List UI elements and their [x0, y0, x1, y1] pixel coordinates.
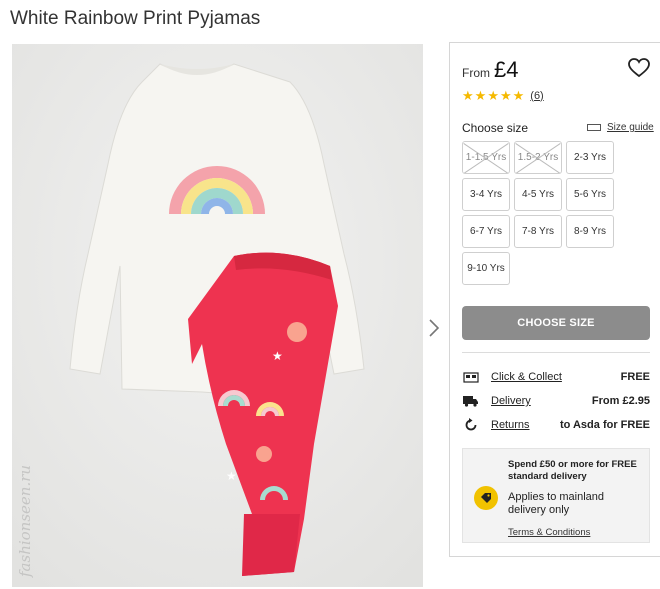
- choose-size-button[interactable]: CHOOSE SIZE: [462, 306, 650, 340]
- ruler-icon: [587, 124, 601, 131]
- store-icon: [462, 370, 480, 384]
- size-option[interactable]: 3-4 Yrs: [462, 178, 510, 211]
- return-icon: [462, 418, 480, 432]
- size-option[interactable]: 9-10 Yrs: [462, 252, 510, 285]
- size-option[interactable]: 2-3 Yrs: [566, 141, 614, 174]
- product-title: White Rainbow Print Pyjamas: [10, 8, 261, 29]
- returns-link[interactable]: Returns: [491, 419, 530, 431]
- promo-headline: Spend £50 or more for FREE standard deli…: [508, 459, 637, 482]
- tag-icon: [474, 486, 498, 510]
- returns-value: to Asda for FREE: [559, 419, 650, 431]
- size-options: 1-1.5 Yrs 1.5-2 Yrs 2-3 Yrs 3-4 Yrs 4-5 …: [462, 141, 618, 285]
- purchase-panel: From £4 ★ ★ ★ ★ ★ (6) Choose size Size g…: [449, 42, 660, 557]
- price-amount: £4: [494, 57, 519, 82]
- size-option[interactable]: 7-8 Yrs: [514, 215, 562, 248]
- click-collect-value: FREE: [620, 371, 650, 383]
- svg-text:★: ★: [272, 349, 283, 363]
- rating-stars[interactable]: ★ ★ ★ ★ ★ (6): [462, 89, 544, 102]
- delivery-row-click-collect: Click & Collect FREE: [462, 369, 650, 385]
- next-image-chevron-icon[interactable]: [424, 316, 444, 340]
- star-icon: ★: [474, 88, 487, 103]
- delivery-value: From £2.95: [591, 395, 650, 407]
- delivery-link[interactable]: Delivery: [491, 395, 531, 407]
- size-option[interactable]: 1-1.5 Yrs: [462, 141, 510, 174]
- watermark-text: fashionseen.ru: [16, 464, 34, 577]
- delivery-row-returns: Returns to Asda for FREE: [462, 417, 650, 433]
- choose-size-label: Choose size: [462, 121, 529, 135]
- truck-icon: [462, 394, 480, 408]
- terms-conditions-link[interactable]: Terms & Conditions: [508, 527, 590, 538]
- delivery-row-standard: Delivery From £2.95: [462, 393, 650, 409]
- divider: [462, 352, 650, 353]
- star-icon: ★: [499, 88, 512, 103]
- size-guide-label: Size guide: [607, 122, 654, 133]
- size-option[interactable]: 4-5 Yrs: [514, 178, 562, 211]
- size-guide-link[interactable]: Size guide: [587, 122, 654, 133]
- click-collect-link[interactable]: Click & Collect: [491, 371, 562, 383]
- delivery-promo: Spend £50 or more for FREE standard deli…: [462, 448, 650, 543]
- svg-text:★: ★: [226, 469, 237, 483]
- size-option[interactable]: 6-7 Yrs: [462, 215, 510, 248]
- size-option[interactable]: 1.5-2 Yrs: [514, 141, 562, 174]
- wishlist-heart-icon[interactable]: [627, 57, 651, 79]
- size-option[interactable]: 8-9 Yrs: [566, 215, 614, 248]
- size-option[interactable]: 5-6 Yrs: [566, 178, 614, 211]
- product-image[interactable]: ★ ★ fashionseen.ru: [12, 44, 423, 587]
- star-icon: ★: [487, 88, 499, 103]
- star-icon: ★: [462, 88, 474, 103]
- price-from-label: From: [462, 66, 490, 80]
- promo-body: Applies to mainland delivery only: [508, 491, 605, 516]
- review-count-link[interactable]: (6): [530, 90, 543, 102]
- price: From £4: [462, 57, 518, 83]
- star-icon: ★: [512, 88, 525, 103]
